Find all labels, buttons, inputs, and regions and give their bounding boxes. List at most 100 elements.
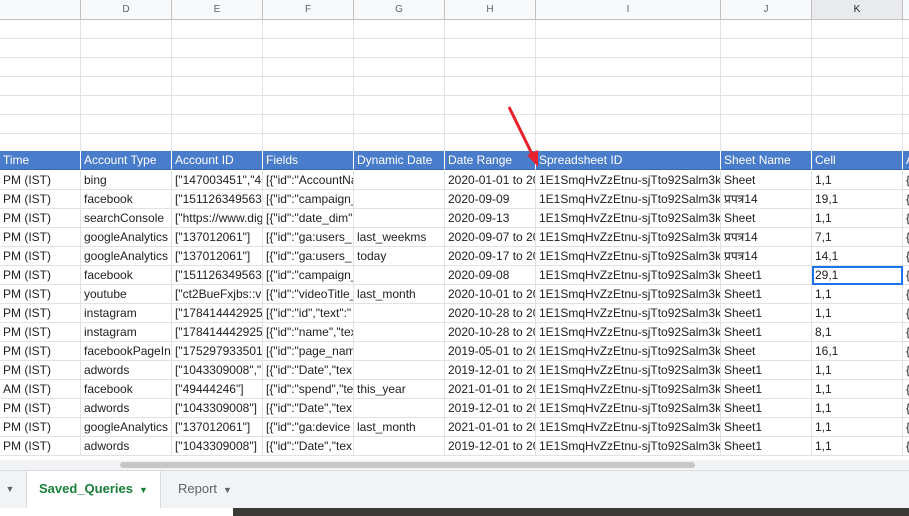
cell-account-id[interactable]: ["137012061"]: [172, 418, 263, 437]
cell-account-id[interactable]: ["1043309008"]: [172, 399, 263, 418]
cell-date-range[interactable]: 2021-01-01 to 20: [445, 418, 536, 437]
cell-dynamic-date[interactable]: [354, 190, 445, 209]
cell-sheet-name[interactable]: Sheet1: [721, 304, 812, 323]
cell-spreadsheet-id[interactable]: 1E1SmqHvZzEtnu-sjTto92Salm3k: [536, 247, 721, 266]
cell-fields[interactable]: [{"id":"campaign_: [263, 266, 354, 285]
header-spreadsheet-id[interactable]: Spreadsheet ID: [536, 151, 721, 170]
cell-cell[interactable]: 1,1: [812, 380, 903, 399]
cell-time[interactable]: PM (IST): [0, 209, 81, 228]
cell-fields[interactable]: [{"id":"ga:users_: [263, 228, 354, 247]
tab-report[interactable]: Report ▼: [166, 471, 244, 508]
header-next[interactable]: A: [903, 151, 909, 170]
cell-fields[interactable]: [{"id":"videoTitle_: [263, 285, 354, 304]
cell-dynamic-date[interactable]: [354, 171, 445, 190]
cell-next[interactable]: {: [903, 342, 909, 361]
cell-account-id[interactable]: ["147003451","45: [172, 171, 263, 190]
column-header-c[interactable]: [0, 0, 81, 19]
cell-time[interactable]: PM (IST): [0, 304, 81, 323]
cell-account-id[interactable]: ["178414442925: [172, 304, 263, 323]
cell-date-range[interactable]: 2020-10-01 to 20: [445, 285, 536, 304]
cell-dynamic-date[interactable]: [354, 437, 445, 456]
cell-cell[interactable]: 1,1: [812, 171, 903, 190]
cell-account-type[interactable]: googleAnalytics: [81, 418, 172, 437]
cell-account-type[interactable]: facebook: [81, 190, 172, 209]
cell-fields[interactable]: [{"id":"ga:device: [263, 418, 354, 437]
cell-next[interactable]: {: [903, 380, 909, 399]
cell-account-type[interactable]: searchConsole: [81, 209, 172, 228]
cell-fields[interactable]: [{"id":"Date","tex: [263, 399, 354, 418]
cell-next[interactable]: {: [903, 228, 909, 247]
cell-spreadsheet-id[interactable]: 1E1SmqHvZzEtnu-sjTto92Salm3k: [536, 266, 721, 285]
header-account-id[interactable]: Account ID: [172, 151, 263, 170]
header-account-type[interactable]: Account Type: [81, 151, 172, 170]
cell-date-range[interactable]: 2020-10-28 to 20: [445, 323, 536, 342]
header-time[interactable]: Time: [0, 151, 81, 170]
scrollbar-thumb[interactable]: [120, 462, 695, 468]
cell-spreadsheet-id[interactable]: 1E1SmqHvZzEtnu-sjTto92Salm3k: [536, 228, 721, 247]
cell-next[interactable]: {: [903, 247, 909, 266]
cell-account-id[interactable]: ["137012061"]: [172, 228, 263, 247]
cell-account-type[interactable]: adwords: [81, 399, 172, 418]
cell-next[interactable]: {: [903, 361, 909, 380]
cell-spreadsheet-id[interactable]: 1E1SmqHvZzEtnu-sjTto92Salm3k: [536, 285, 721, 304]
cell-time[interactable]: PM (IST): [0, 323, 81, 342]
cell-account-id[interactable]: ["151126349563: [172, 266, 263, 285]
cell-fields[interactable]: [{"id":"spend","te: [263, 380, 354, 399]
cell-date-range[interactable]: 2019-12-01 to 20: [445, 437, 536, 456]
cell-cell[interactable]: 1,1: [812, 304, 903, 323]
cell-time[interactable]: PM (IST): [0, 285, 81, 304]
cell-sheet-name[interactable]: Sheet1: [721, 285, 812, 304]
column-header-l[interactable]: [903, 0, 909, 19]
cell-time[interactable]: AM (IST): [0, 380, 81, 399]
cell-sheet-name[interactable]: Sheet: [721, 171, 812, 190]
cell-sheet-name[interactable]: प्रपत्र14: [721, 190, 812, 209]
cell-cell[interactable]: 19,1: [812, 190, 903, 209]
cell-date-range[interactable]: 2021-01-01 to 20: [445, 380, 536, 399]
cell-account-type[interactable]: googleAnalytics: [81, 228, 172, 247]
cell-sheet-name[interactable]: प्रपत्र14: [721, 228, 812, 247]
cell-time[interactable]: PM (IST): [0, 266, 81, 285]
cell-spreadsheet-id[interactable]: 1E1SmqHvZzEtnu-sjTto92Salm3k: [536, 399, 721, 418]
cell-cell[interactable]: 7,1: [812, 228, 903, 247]
cell-date-range[interactable]: 2020-09-17 to 20: [445, 247, 536, 266]
cell-next[interactable]: {: [903, 190, 909, 209]
cell-sheet-name[interactable]: Sheet1: [721, 418, 812, 437]
cell-spreadsheet-id[interactable]: 1E1SmqHvZzEtnu-sjTto92Salm3k: [536, 323, 721, 342]
cell-account-type[interactable]: youtube: [81, 285, 172, 304]
cell-account-type[interactable]: facebook: [81, 380, 172, 399]
cell-spreadsheet-id[interactable]: 1E1SmqHvZzEtnu-sjTto92Salm3k: [536, 171, 721, 190]
cell-dynamic-date[interactable]: [354, 209, 445, 228]
cell-account-type[interactable]: adwords: [81, 361, 172, 380]
cell-account-type[interactable]: facebook: [81, 266, 172, 285]
cell-cell[interactable]: 8,1: [812, 323, 903, 342]
cell-sheet-name[interactable]: Sheet1: [721, 380, 812, 399]
column-header-f[interactable]: F: [263, 0, 354, 19]
cell-time[interactable]: PM (IST): [0, 228, 81, 247]
column-header-i[interactable]: I: [536, 0, 721, 19]
tab-saved-queries[interactable]: Saved_Queries ▼: [26, 471, 161, 508]
cell-time[interactable]: PM (IST): [0, 342, 81, 361]
cell-account-id[interactable]: ["1043309008",": [172, 361, 263, 380]
caret-down-icon[interactable]: ▼: [223, 472, 232, 508]
cell-cell[interactable]: 1,1: [812, 437, 903, 456]
cell-dynamic-date[interactable]: this_year: [354, 380, 445, 399]
column-header-e[interactable]: E: [172, 0, 263, 19]
cell-next[interactable]: {: [903, 171, 909, 190]
cell-fields[interactable]: [{"id":"date_dim",: [263, 209, 354, 228]
cell-fields[interactable]: [{"id":"campaign_: [263, 190, 354, 209]
header-cell[interactable]: Cell: [812, 151, 903, 170]
cell-spreadsheet-id[interactable]: 1E1SmqHvZzEtnu-sjTto92Salm3k: [536, 418, 721, 437]
sheet-grid[interactable]: Time Account Type Account ID Fields Dyna…: [0, 20, 909, 460]
caret-down-icon[interactable]: ▼: [139, 472, 148, 508]
cell-time[interactable]: PM (IST): [0, 190, 81, 209]
cell-dynamic-date[interactable]: [354, 361, 445, 380]
column-header-k[interactable]: K: [812, 0, 903, 19]
cell-date-range[interactable]: 2020-09-13: [445, 209, 536, 228]
cell-sheet-name[interactable]: Sheet1: [721, 323, 812, 342]
cell-account-id[interactable]: ["178414442925: [172, 323, 263, 342]
cell-next[interactable]: {: [903, 418, 909, 437]
cell-cell[interactable]: 29,1: [812, 266, 903, 285]
cell-next[interactable]: {: [903, 209, 909, 228]
cell-cell[interactable]: 1,1: [812, 361, 903, 380]
cell-sheet-name[interactable]: Sheet1: [721, 437, 812, 456]
